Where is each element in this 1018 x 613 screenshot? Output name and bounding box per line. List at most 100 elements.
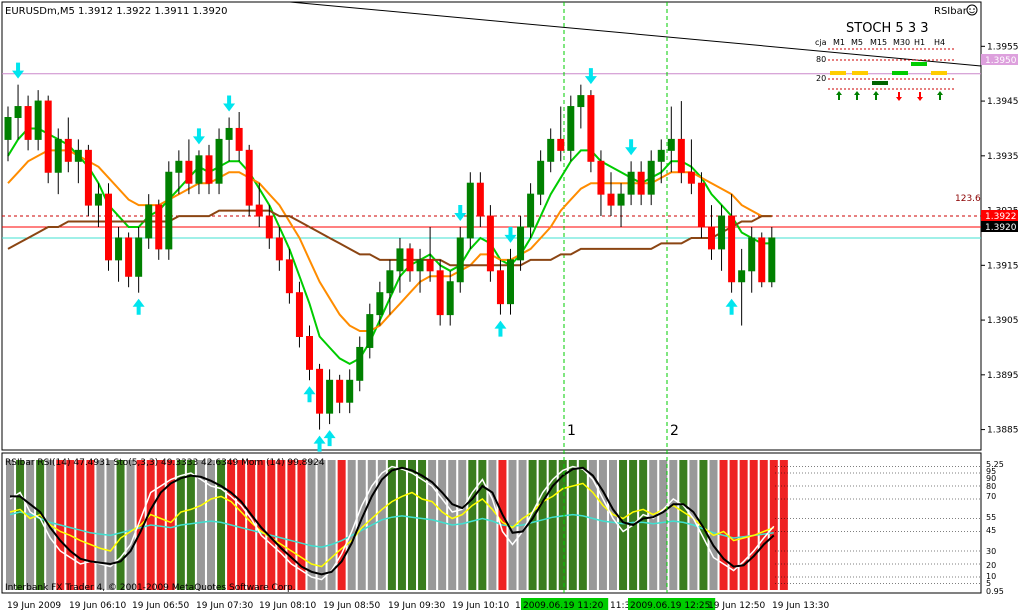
time-tick: 19 Jun 06:50 — [132, 601, 189, 611]
price-tick: 1.3895 — [987, 371, 1018, 381]
stoch-bar-m15 — [872, 81, 888, 85]
indicator-tag: RSIbar — [934, 6, 968, 17]
sub-bar — [96, 460, 105, 590]
sub-bar — [126, 460, 135, 590]
chart-canvas: 1.39551.39451.39351.39251.39151.39051.38… — [1, 1, 1018, 611]
price-axis: 1.39551.39451.39351.39251.39151.39051.38… — [981, 42, 1018, 436]
sub-tick: 55 — [986, 513, 996, 522]
sub-bar — [317, 460, 326, 590]
sub-bar — [619, 460, 628, 590]
symbol-header: EURUSDm,M5 1.3912 1.3922 1.3911 1.3920 — [5, 6, 228, 17]
stoch-tf-label: H4 — [934, 38, 945, 47]
sub-bar — [578, 460, 587, 590]
sub-bar — [719, 460, 728, 590]
sub-tick: 70 — [986, 492, 996, 501]
stoch-tf-label: M1 — [833, 38, 845, 47]
price-tick: 1.3955 — [987, 42, 1018, 52]
sub-bar — [609, 460, 617, 590]
time-tick: 19 Jun 12:50 — [708, 601, 765, 611]
time-axis: 19 Jun 2009 19 Jun 06:10 19 Jun 06:50 19 Ju… — [7, 598, 829, 611]
sub-tick: 20 — [986, 561, 996, 570]
sub-bar — [26, 460, 35, 590]
stoch-bar-h4 — [931, 71, 947, 75]
candle — [105, 183, 112, 271]
fib-label: 123.6 — [955, 194, 981, 204]
stoch-tf-label: M30 — [893, 38, 910, 47]
vline-label-1: 1 — [567, 423, 576, 439]
stoch-level-lo: 20 — [816, 74, 826, 83]
candle — [486, 205, 494, 282]
sub-bar — [598, 460, 607, 590]
time-tick: 2009.06.19 12:25 — [630, 601, 710, 611]
stoch-bar-h1 — [911, 62, 927, 66]
price-tick: 1.3915 — [987, 261, 1018, 271]
stoch-bar-m5 — [852, 71, 868, 75]
sub-bar — [528, 460, 537, 590]
sub-bar — [6, 460, 14, 590]
sub-bar — [186, 460, 195, 590]
sub-bar — [639, 460, 648, 590]
sub-bar — [709, 460, 718, 590]
candle — [44, 95, 52, 184]
price-tick: 1.3885 — [987, 426, 1018, 436]
stoch-level-hi: 80 — [816, 55, 826, 64]
sub-bar — [679, 460, 688, 590]
sub-bar — [287, 460, 296, 590]
sub-bar — [659, 460, 668, 590]
time-tick: 19 Jun 06:10 — [69, 601, 126, 611]
time-tick: 19 Jun 2009 — [7, 601, 61, 611]
sub-bar — [237, 460, 246, 590]
sub-bar — [488, 460, 497, 590]
stoch-tf-label: M5 — [851, 38, 863, 47]
sub-footer: Interbank FX Trader 4, © 2001-2009 MetaQ… — [5, 583, 296, 593]
price-tick: 1.3905 — [987, 316, 1018, 326]
sub-bar — [277, 460, 286, 590]
stoch-title: STOCH 5 3 3 — [846, 21, 929, 36]
sub-bar — [769, 460, 778, 590]
sub-bar — [759, 460, 768, 590]
price-tick: 1.3935 — [987, 152, 1018, 162]
sub-tick: 0.95 — [986, 587, 1004, 596]
sub-bar — [438, 460, 447, 590]
sub-bar — [156, 460, 165, 590]
sub-bar — [86, 460, 95, 590]
sub-bar — [16, 460, 25, 590]
sub-bar — [76, 460, 85, 590]
stoch-tf-label: M15 — [870, 38, 887, 47]
sub-bar — [408, 460, 416, 590]
sub-tick: 30 — [986, 547, 996, 556]
time-tick: 19 Jun 09:30 — [388, 601, 445, 611]
sub-bar — [649, 460, 658, 590]
time-tick: 19 Jun 08:50 — [323, 601, 380, 611]
sub-bar — [387, 460, 396, 590]
stoch-row-label: cja — [815, 38, 827, 47]
candle — [165, 161, 173, 260]
sub-tick: 80 — [986, 482, 996, 491]
candle — [466, 172, 474, 249]
time-tick: 19 Jun 13:30 — [772, 601, 829, 611]
time-tick: 19 Jun 07:30 — [196, 601, 253, 611]
time-tick: 19 Jun 10:10 — [452, 601, 509, 611]
stoch-bar-m1 — [830, 71, 846, 75]
sub-bar — [66, 460, 75, 590]
price-tag-pink-text: 1.3950 — [985, 56, 1017, 66]
vline-label-2: 2 — [670, 423, 679, 439]
stoch-tf-label: H1 — [914, 38, 925, 47]
price-tag-red-text: 1.3922 — [985, 212, 1017, 222]
candle — [245, 144, 253, 217]
sub-bar — [468, 460, 477, 590]
sub-tick: 45 — [986, 526, 996, 535]
price-tag-black-text: 1.3920 — [985, 223, 1017, 233]
sub-axis: 5.2595908070554530201050.95 — [986, 460, 1004, 596]
time-tick: 2009.06.19 11:20 — [523, 601, 604, 611]
sub-bar — [106, 460, 115, 590]
price-tick: 1.3945 — [987, 97, 1018, 107]
stoch-bar-m30 — [892, 71, 908, 75]
sub-bar — [779, 460, 788, 590]
candle — [758, 232, 766, 288]
sub-bar — [749, 460, 758, 590]
sub-bar — [217, 460, 226, 590]
sub-bar — [739, 460, 748, 590]
sub-bar — [337, 460, 346, 590]
sub-bar — [568, 460, 577, 590]
